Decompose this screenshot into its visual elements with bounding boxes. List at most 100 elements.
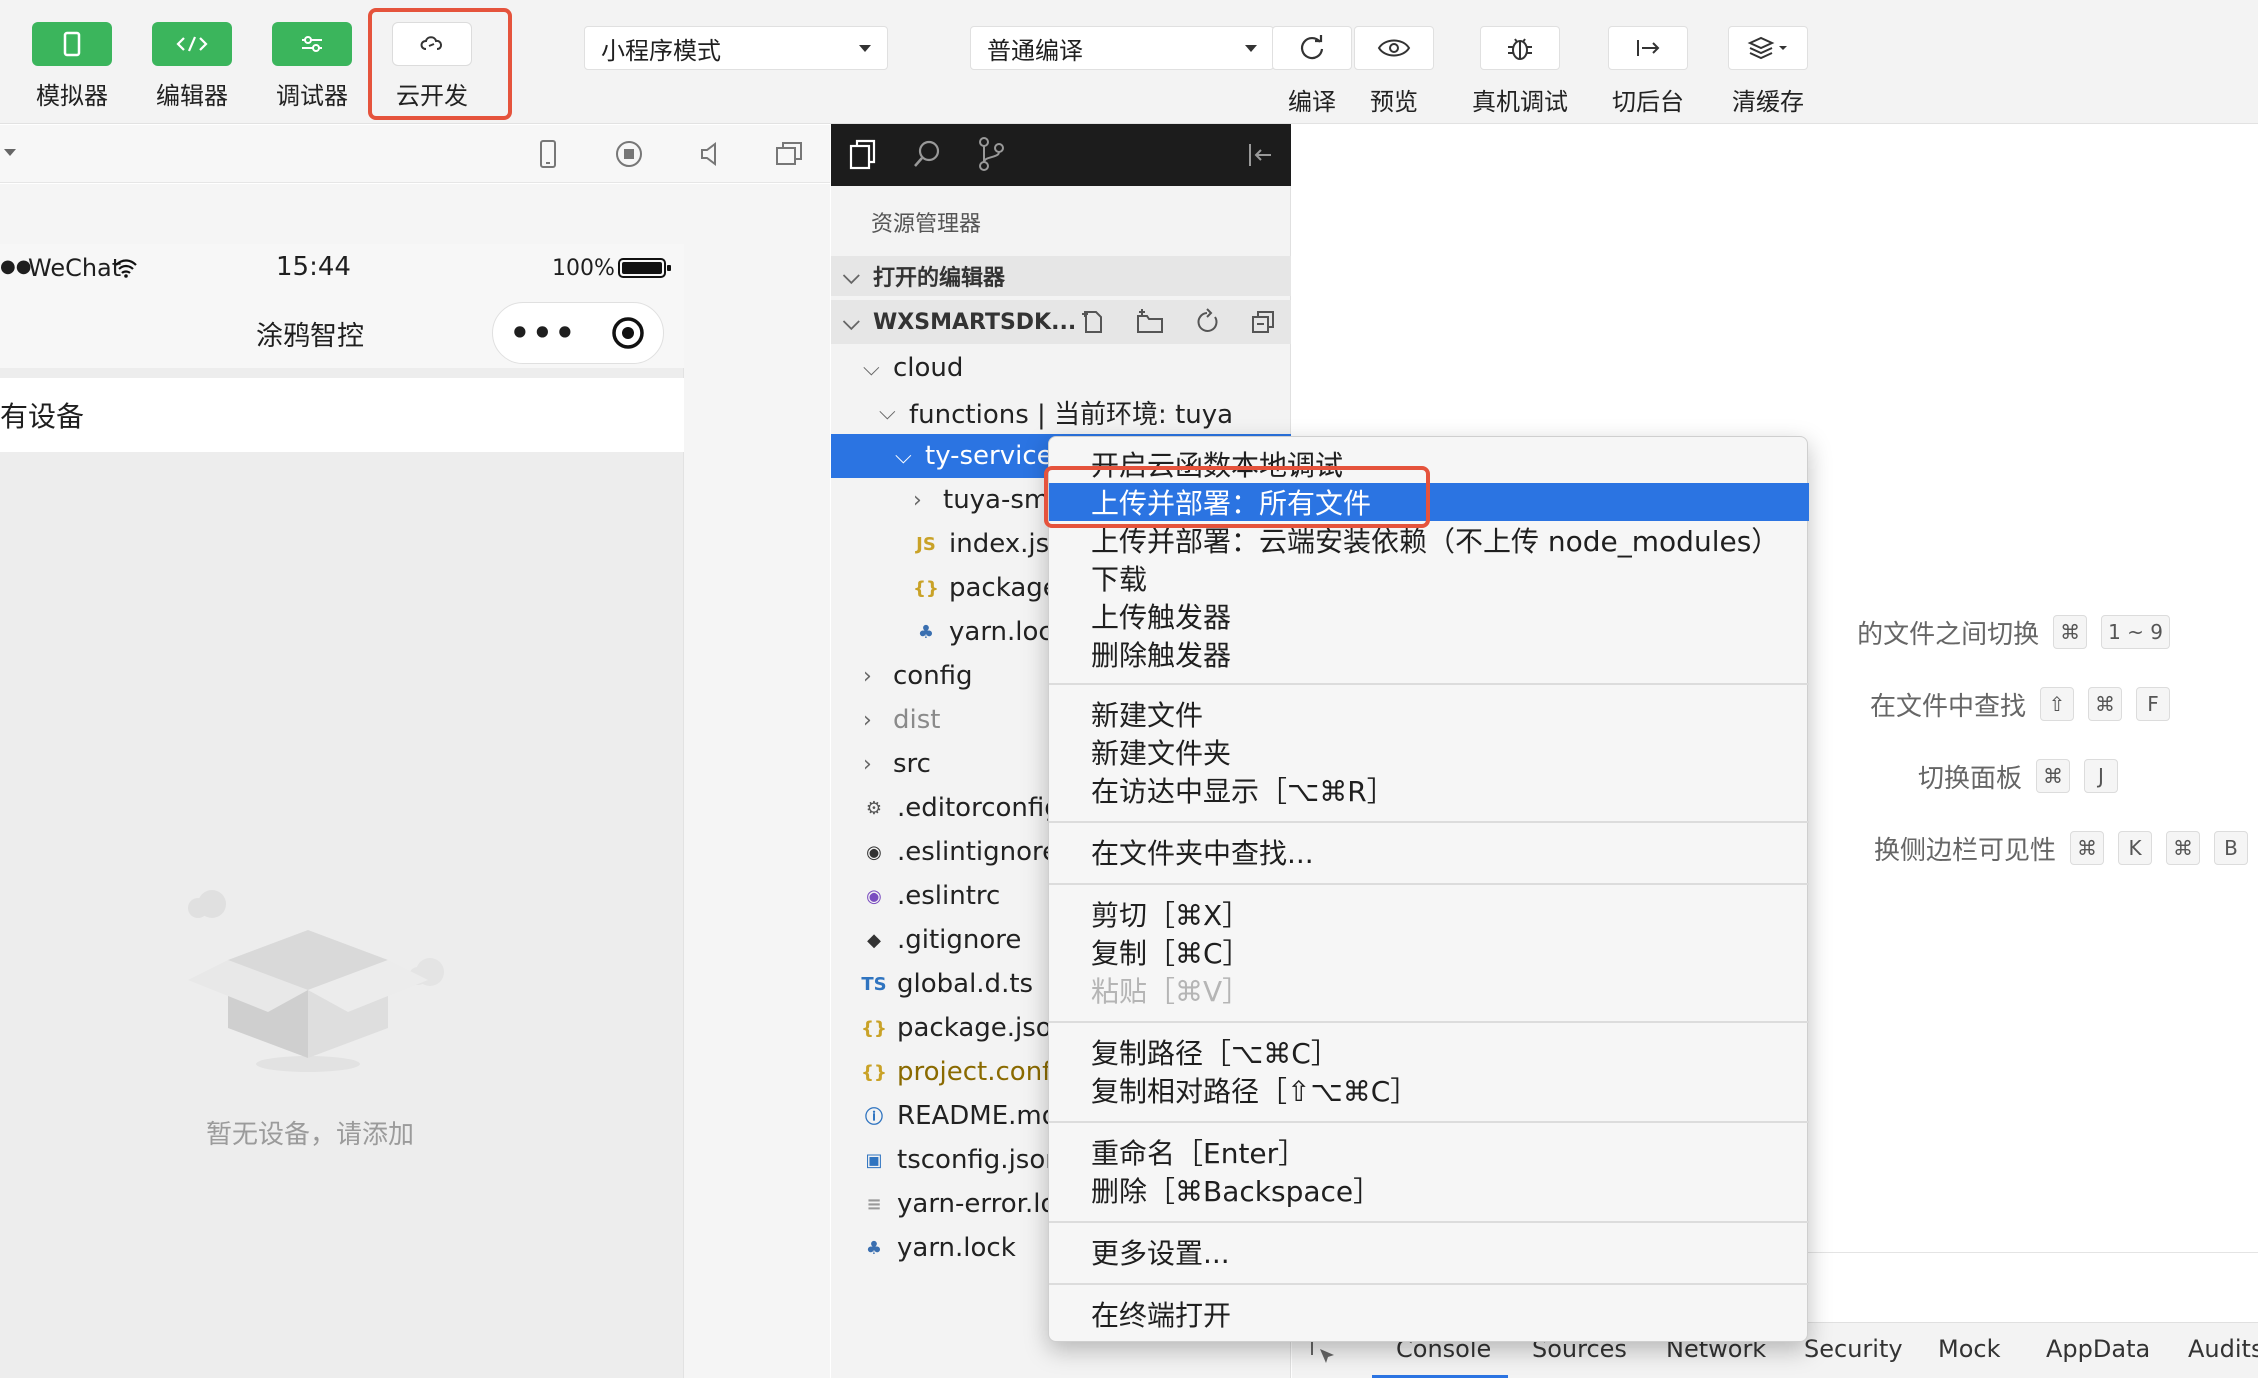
info-icon: ⓘ bbox=[865, 1107, 883, 1128]
tree-file-index-js[interactable]: JS index.js bbox=[913, 522, 1049, 566]
tree-file-eslintignore[interactable]: ◉ .eslintignore bbox=[861, 830, 1058, 874]
menu-item-more-settings[interactable]: 更多设置... bbox=[1049, 1233, 1809, 1271]
eye-icon bbox=[1377, 39, 1411, 57]
preview-button[interactable] bbox=[1354, 26, 1434, 70]
clear-cache-label: 清缓存 bbox=[1732, 88, 1804, 116]
tree-file-package-json[interactable]: {} package.json bbox=[861, 1006, 1068, 1050]
menu-item-delete[interactable]: 删除［⌘Backspace］ bbox=[1049, 1171, 1809, 1209]
clock-text: 15:44 bbox=[276, 252, 351, 282]
key-cap: F bbox=[2136, 687, 2170, 721]
tree-folder-tuya-sm[interactable]: › tuya-sm bbox=[913, 478, 1049, 522]
tree-folder-config[interactable]: › config bbox=[863, 654, 973, 698]
tree-file-global-d-ts[interactable]: TS global.d.ts bbox=[861, 962, 1033, 1006]
tab-security[interactable]: Security bbox=[1804, 1335, 1903, 1363]
tree-folder-dist[interactable]: › dist bbox=[863, 698, 940, 742]
project-name: WXSMARTSDK... bbox=[873, 309, 1077, 335]
tab-mock[interactable]: Mock bbox=[1938, 1335, 2000, 1363]
new-folder-icon[interactable] bbox=[1135, 308, 1165, 336]
tree-folder-functions[interactable]: ⌵ functions | 当前环境: tuya bbox=[879, 390, 1233, 434]
tree-file-package[interactable]: {} package bbox=[913, 566, 1059, 610]
tree-file-eslintrc[interactable]: ◉ .eslintrc bbox=[861, 874, 1000, 918]
menu-item-upload-trigger[interactable]: 上传触发器 bbox=[1049, 597, 1809, 635]
simulator-area: ●● WeChat 15:44 100% 涂鸦智控 ••• 有设备 暂无设备，请… bbox=[0, 184, 830, 1378]
cloud-dev-highlight-box bbox=[368, 8, 512, 120]
real-device-debug-label: 真机调试 bbox=[1472, 88, 1568, 116]
shortcut-label: 在文件中查找 bbox=[1869, 691, 2026, 722]
mode-select[interactable]: 小程序模式 bbox=[584, 26, 888, 70]
tree-label: yarn.lock bbox=[897, 1233, 1016, 1263]
window-icon[interactable] bbox=[774, 139, 804, 169]
refresh-icon[interactable] bbox=[1193, 308, 1221, 336]
tree-file-readme[interactable]: ⓘ README.md bbox=[861, 1094, 1058, 1138]
menu-item-find-in-folder[interactable]: 在文件夹中查找... bbox=[1049, 833, 1809, 871]
close-target-icon[interactable] bbox=[610, 315, 646, 351]
empty-box-illustration-icon bbox=[188, 890, 444, 1072]
background-label: 切后台 bbox=[1612, 88, 1684, 116]
shortcut-switch-files: 的文件之间切换 ⌘ 1 ~ 9 bbox=[1857, 614, 2170, 650]
battery-text: 100% bbox=[552, 256, 615, 281]
gear-icon: ⚙ bbox=[865, 797, 883, 819]
menu-item-copy[interactable]: 复制［⌘C］ bbox=[1049, 933, 1809, 971]
layers-icon bbox=[1747, 36, 1787, 60]
compile-button[interactable] bbox=[1272, 26, 1352, 70]
menu-item-open-in-terminal[interactable]: 在终端打开 bbox=[1049, 1295, 1809, 1333]
menu-separator bbox=[1049, 1283, 1809, 1285]
open-editors-section[interactable]: ⌵ 打开的编辑器 bbox=[831, 256, 1291, 296]
menu-item-copy-relative-path[interactable]: 复制相对路径［⇧⌥⌘C］ bbox=[1049, 1071, 1809, 1109]
record-icon[interactable] bbox=[614, 139, 644, 169]
tree-label: global.d.ts bbox=[897, 969, 1034, 999]
menu-item-download[interactable]: 下载 bbox=[1049, 559, 1809, 597]
chevron-down-icon bbox=[859, 44, 871, 52]
menu-item-delete-trigger[interactable]: 删除触发器 bbox=[1049, 635, 1809, 673]
tree-file-yarn-lock-inner[interactable]: ♣ yarn.lock bbox=[913, 610, 1068, 654]
background-button[interactable] bbox=[1608, 26, 1688, 70]
menu-item-cut[interactable]: 剪切［⌘X］ bbox=[1049, 895, 1809, 933]
menu-item-rename[interactable]: 重命名［Enter］ bbox=[1049, 1133, 1809, 1171]
key-cap: ⌘ bbox=[2053, 615, 2088, 649]
menu-item-copy-path[interactable]: 复制路径［⌥⌘C］ bbox=[1049, 1033, 1809, 1071]
clear-cache-button[interactable] bbox=[1728, 26, 1808, 70]
tree-file-tsconfig[interactable]: ▣ tsconfig.json bbox=[861, 1138, 1061, 1182]
switch-background-icon bbox=[1637, 40, 1660, 56]
preview-label: 预览 bbox=[1370, 88, 1418, 116]
phone-outline-icon[interactable] bbox=[536, 139, 560, 169]
tree-file-yarn-lock[interactable]: ♣ yarn.lock bbox=[861, 1226, 1016, 1270]
simulator-label: 模拟器 bbox=[36, 82, 108, 110]
compile-select-value: 普通编译 bbox=[987, 36, 1083, 65]
tree-folder-src[interactable]: › src bbox=[863, 742, 931, 786]
more-dots-button[interactable]: ••• bbox=[510, 314, 577, 352]
menu-item-new-folder[interactable]: 新建文件夹 bbox=[1049, 733, 1809, 771]
sliders-icon bbox=[272, 22, 352, 66]
key-cap: ⇧ bbox=[2040, 687, 2074, 721]
simulator-button[interactable]: 模拟器 bbox=[32, 22, 112, 111]
tree-file-project-config[interactable]: {} project.config bbox=[861, 1050, 1075, 1094]
debugger-button[interactable]: 调试器 bbox=[272, 22, 352, 111]
key-cap: 1 ~ 9 bbox=[2101, 615, 2170, 649]
search-icon[interactable] bbox=[911, 138, 943, 170]
speaker-icon[interactable] bbox=[696, 139, 726, 169]
menu-item-reveal-in-finder[interactable]: 在访达中显示［⌥⌘R］ bbox=[1049, 771, 1809, 809]
tab-appdata[interactable]: AppData bbox=[2046, 1335, 2150, 1363]
editor-label: 编辑器 bbox=[156, 82, 228, 110]
collapse-panel-icon[interactable] bbox=[1245, 140, 1275, 170]
eslint-icon: ◉ bbox=[866, 885, 882, 907]
menu-separator bbox=[1049, 1221, 1809, 1223]
device-list-header: 有设备 bbox=[0, 378, 684, 452]
tree-file-gitignore[interactable]: ◆ .gitignore bbox=[861, 918, 1021, 962]
compile-select[interactable]: 普通编译 bbox=[970, 26, 1274, 70]
tree-file-editorconfig[interactable]: ⚙ .editorconfig bbox=[861, 786, 1061, 830]
git-branch-icon[interactable] bbox=[975, 136, 1007, 172]
tab-audits[interactable]: Audits bbox=[2188, 1335, 2258, 1363]
tree-folder-cloud[interactable]: ⌵ cloud bbox=[863, 346, 963, 390]
files-icon[interactable] bbox=[847, 138, 879, 172]
menu-item-new-file[interactable]: 新建文件 bbox=[1049, 695, 1809, 733]
tree-label: ty-service bbox=[925, 441, 1053, 471]
tree-file-yarn-error[interactable]: ≡ yarn-error.log bbox=[861, 1182, 1072, 1226]
editor-button[interactable]: 编辑器 bbox=[152, 22, 232, 111]
tree-label: .editorconfig bbox=[897, 793, 1061, 823]
caret-down-icon[interactable] bbox=[4, 149, 16, 156]
project-section[interactable]: ⌵ WXSMARTSDK... bbox=[831, 300, 1291, 344]
real-device-debug-button[interactable] bbox=[1480, 26, 1560, 70]
collapse-all-icon[interactable] bbox=[1249, 308, 1277, 336]
new-file-icon[interactable] bbox=[1079, 308, 1107, 336]
